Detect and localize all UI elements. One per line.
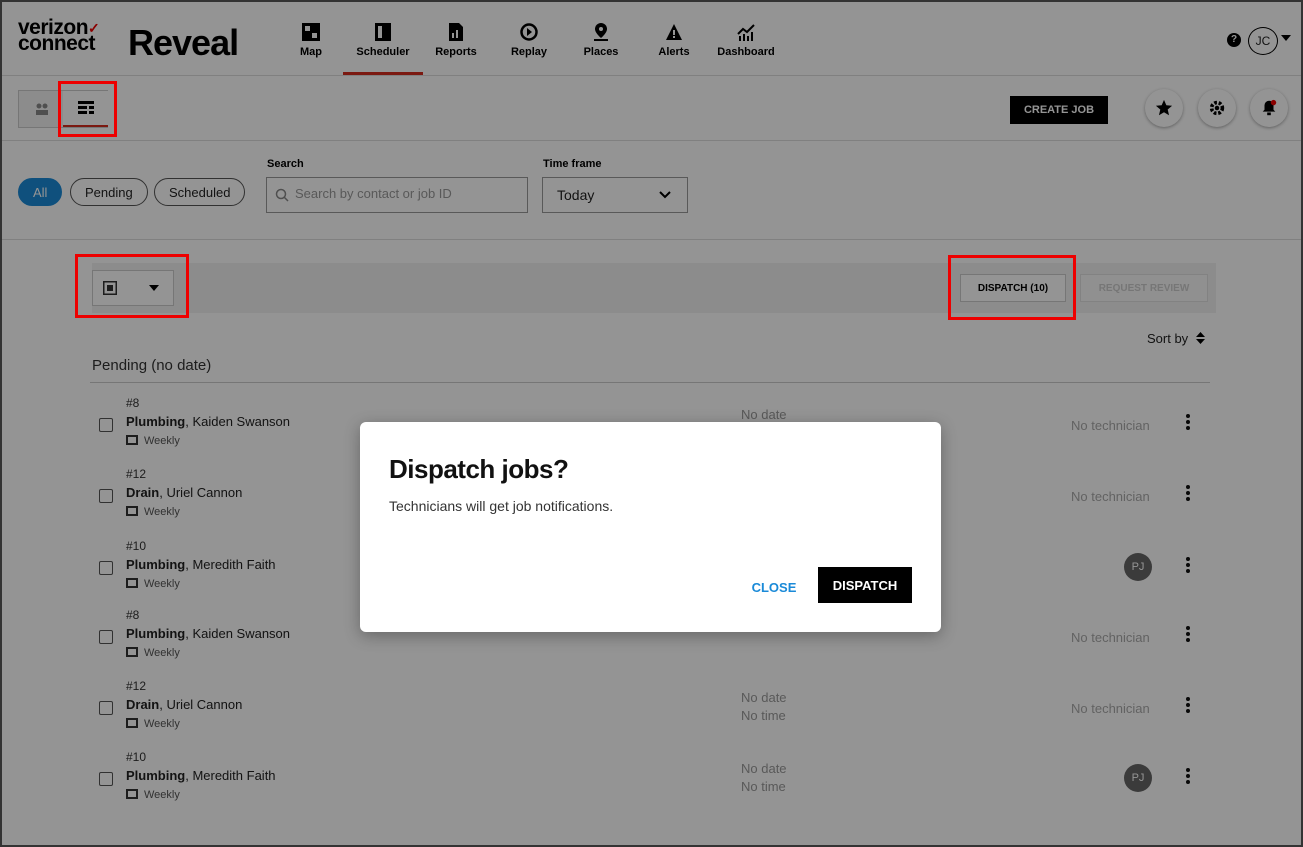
annotation-box (948, 255, 1076, 320)
dialog-title: Dispatch jobs? (389, 454, 569, 484)
annotation-box (75, 254, 189, 318)
app-window: verizon✓ connect Reveal Map Scheduler Re… (0, 0, 1303, 847)
dispatch-confirm-dialog: Dispatch jobs? Technicians will get job … (360, 422, 941, 632)
confirm-dispatch-button[interactable]: DISPATCH (818, 567, 912, 603)
annotation-box (58, 81, 117, 137)
dialog-body: Technicians will get job notifications. (389, 498, 614, 514)
close-button[interactable]: CLOSE (744, 570, 804, 604)
